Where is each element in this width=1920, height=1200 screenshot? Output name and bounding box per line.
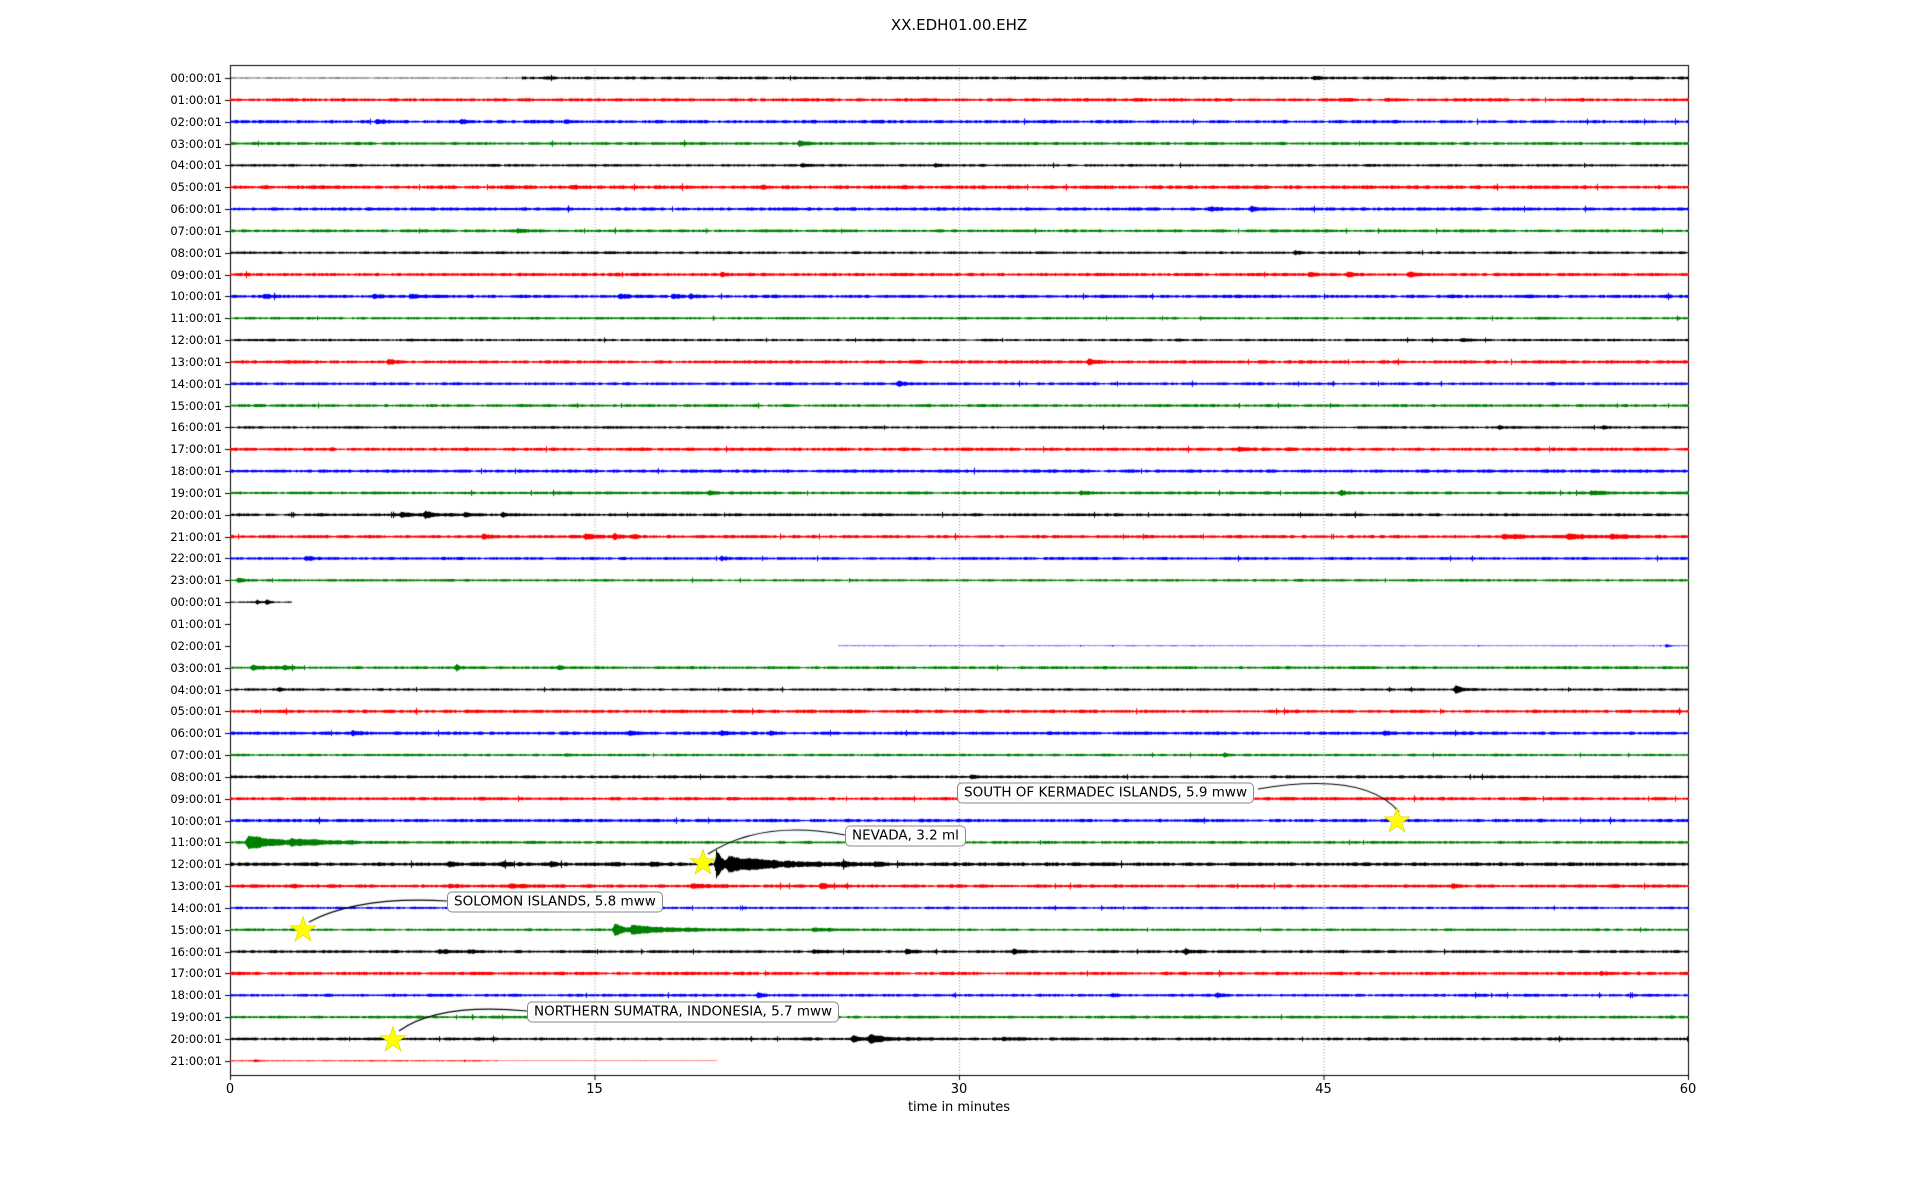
seismogram-figure: XX.EDH01.00.EHZ 00:00:01 01:00:01 02:00:01… bbox=[0, 0, 1920, 1200]
seismogram-canvas bbox=[0, 0, 1920, 1200]
